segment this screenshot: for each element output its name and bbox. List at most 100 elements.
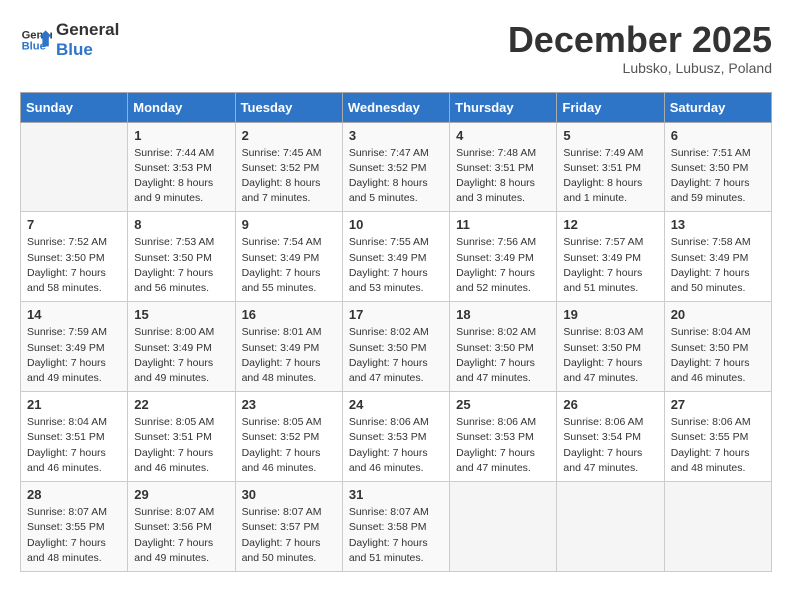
calendar-body: 1Sunrise: 7:44 AM Sunset: 3:53 PM Daylig…: [21, 122, 772, 571]
day-info: Sunrise: 8:06 AM Sunset: 3:53 PM Dayligh…: [349, 415, 443, 476]
page-header: General Blue General Blue December 2025 …: [20, 20, 772, 76]
calendar-week-row: 14 Sunrise: 7:59 AM Sunset: 3:49 PM Dayli…: [21, 302, 772, 392]
day-info: Sunrise: 7:49 AM Sunset: 3:51 PM Dayligh…: [563, 146, 657, 207]
day-info: Sunrise: 8:05 AM Sunset: 3:51 PM Dayligh…: [134, 415, 228, 476]
day-number: 16: [242, 307, 336, 322]
calendar-day-cell: 9 Sunrise: 7:54 AM Sunset: 3:49 PM Daylig…: [235, 212, 342, 302]
calendar-week-row: 1Sunrise: 7:44 AM Sunset: 3:53 PM Daylig…: [21, 122, 772, 212]
day-info: Sunrise: 7:57 AM Sunset: 3:49 PM Dayligh…: [563, 235, 657, 296]
month-title: December 2025: [508, 20, 772, 60]
calendar-week-row: 21 Sunrise: 8:04 AM Sunset: 3:51 PM Dayli…: [21, 392, 772, 482]
weekday-header-cell: Tuesday: [235, 92, 342, 122]
day-number: 18: [456, 307, 550, 322]
calendar-week-row: 7 Sunrise: 7:52 AM Sunset: 3:50 PM Daylig…: [21, 212, 772, 302]
svg-text:Blue: Blue: [22, 41, 46, 53]
day-number: 29: [134, 487, 228, 502]
day-number: 19: [563, 307, 657, 322]
day-number: 17: [349, 307, 443, 322]
calendar-day-cell: 2 Sunrise: 7:45 AM Sunset: 3:52 PM Daylig…: [235, 122, 342, 212]
day-info: Sunrise: 8:07 AM Sunset: 3:56 PM Dayligh…: [134, 505, 228, 566]
calendar-day-cell: 3Sunrise: 7:47 AM Sunset: 3:52 PM Daylig…: [342, 122, 449, 212]
day-number: 5: [563, 128, 657, 143]
logo-text-general: General: [56, 20, 119, 40]
day-number: 25: [456, 397, 550, 412]
calendar-table: SundayMondayTuesdayWednesdayThursdayFrid…: [20, 92, 772, 572]
weekday-header-cell: Thursday: [450, 92, 557, 122]
day-number: 4: [456, 128, 550, 143]
day-info: Sunrise: 8:07 AM Sunset: 3:55 PM Dayligh…: [27, 505, 121, 566]
day-info: Sunrise: 8:05 AM Sunset: 3:52 PM Dayligh…: [242, 415, 336, 476]
weekday-header-cell: Monday: [128, 92, 235, 122]
weekday-header-row: SundayMondayTuesdayWednesdayThursdayFrid…: [21, 92, 772, 122]
logo-text-blue: Blue: [56, 40, 119, 60]
calendar-day-cell: 26 Sunrise: 8:06 AM Sunset: 3:54 PM Dayli…: [557, 392, 664, 482]
day-info: Sunrise: 8:01 AM Sunset: 3:49 PM Dayligh…: [242, 325, 336, 386]
weekday-header-cell: Friday: [557, 92, 664, 122]
day-info: Sunrise: 8:00 AM Sunset: 3:49 PM Dayligh…: [134, 325, 228, 386]
day-number: 26: [563, 397, 657, 412]
day-info: Sunrise: 7:52 AM Sunset: 3:50 PM Dayligh…: [27, 235, 121, 296]
logo: General Blue General Blue: [20, 20, 119, 61]
day-number: 2: [242, 128, 336, 143]
day-info: Sunrise: 7:54 AM Sunset: 3:49 PM Dayligh…: [242, 235, 336, 296]
calendar-day-cell: [557, 482, 664, 572]
calendar-day-cell: 21 Sunrise: 8:04 AM Sunset: 3:51 PM Dayli…: [21, 392, 128, 482]
calendar-day-cell: 8Sunrise: 7:53 AM Sunset: 3:50 PM Daylig…: [128, 212, 235, 302]
day-info: Sunrise: 8:06 AM Sunset: 3:53 PM Dayligh…: [456, 415, 550, 476]
calendar-day-cell: 12Sunrise: 7:57 AM Sunset: 3:49 PM Dayli…: [557, 212, 664, 302]
calendar-day-cell: 15 Sunrise: 8:00 AM Sunset: 3:49 PM Dayli…: [128, 302, 235, 392]
day-number: 20: [671, 307, 765, 322]
calendar-day-cell: 13 Sunrise: 7:58 AM Sunset: 3:49 PM Dayli…: [664, 212, 771, 302]
calendar-day-cell: 5 Sunrise: 7:49 AM Sunset: 3:51 PM Daylig…: [557, 122, 664, 212]
day-number: 27: [671, 397, 765, 412]
day-number: 6: [671, 128, 765, 143]
day-info: Sunrise: 7:59 AM Sunset: 3:49 PM Dayligh…: [27, 325, 121, 386]
day-number: 15: [134, 307, 228, 322]
day-number: 23: [242, 397, 336, 412]
day-number: 21: [27, 397, 121, 412]
day-number: 31: [349, 487, 443, 502]
day-info: Sunrise: 8:02 AM Sunset: 3:50 PM Dayligh…: [349, 325, 443, 386]
day-info: Sunrise: 8:02 AM Sunset: 3:50 PM Dayligh…: [456, 325, 550, 386]
calendar-day-cell: 16 Sunrise: 8:01 AM Sunset: 3:49 PM Dayli…: [235, 302, 342, 392]
day-info: Sunrise: 7:47 AM Sunset: 3:52 PM Dayligh…: [349, 146, 443, 207]
day-info: Sunrise: 8:04 AM Sunset: 3:51 PM Dayligh…: [27, 415, 121, 476]
calendar-day-cell: 25 Sunrise: 8:06 AM Sunset: 3:53 PM Dayli…: [450, 392, 557, 482]
day-number: 14: [27, 307, 121, 322]
day-info: Sunrise: 7:51 AM Sunset: 3:50 PM Dayligh…: [671, 146, 765, 207]
calendar-day-cell: 28 Sunrise: 8:07 AM Sunset: 3:55 PM Dayli…: [21, 482, 128, 572]
day-number: 28: [27, 487, 121, 502]
day-number: 1: [134, 128, 228, 143]
day-info: Sunrise: 8:06 AM Sunset: 3:54 PM Dayligh…: [563, 415, 657, 476]
calendar-day-cell: 4Sunrise: 7:48 AM Sunset: 3:51 PM Daylig…: [450, 122, 557, 212]
calendar-day-cell: 1Sunrise: 7:44 AM Sunset: 3:53 PM Daylig…: [128, 122, 235, 212]
day-number: 30: [242, 487, 336, 502]
day-number: 9: [242, 217, 336, 232]
day-number: 11: [456, 217, 550, 232]
day-info: Sunrise: 8:07 AM Sunset: 3:58 PM Dayligh…: [349, 505, 443, 566]
day-info: Sunrise: 8:07 AM Sunset: 3:57 PM Dayligh…: [242, 505, 336, 566]
calendar-day-cell: 24 Sunrise: 8:06 AM Sunset: 3:53 PM Dayli…: [342, 392, 449, 482]
day-info: Sunrise: 7:53 AM Sunset: 3:50 PM Dayligh…: [134, 235, 228, 296]
calendar-day-cell: 29 Sunrise: 8:07 AM Sunset: 3:56 PM Dayli…: [128, 482, 235, 572]
calendar-day-cell: [21, 122, 128, 212]
day-info: Sunrise: 7:58 AM Sunset: 3:49 PM Dayligh…: [671, 235, 765, 296]
calendar-day-cell: 27 Sunrise: 8:06 AM Sunset: 3:55 PM Dayli…: [664, 392, 771, 482]
calendar-day-cell: 11Sunrise: 7:56 AM Sunset: 3:49 PM Dayli…: [450, 212, 557, 302]
title-block: December 2025 Lubsko, Lubusz, Poland: [508, 20, 772, 76]
calendar-day-cell: 30 Sunrise: 8:07 AM Sunset: 3:57 PM Dayli…: [235, 482, 342, 572]
calendar-week-row: 28 Sunrise: 8:07 AM Sunset: 3:55 PM Dayli…: [21, 482, 772, 572]
calendar-day-cell: [450, 482, 557, 572]
calendar-day-cell: 7 Sunrise: 7:52 AM Sunset: 3:50 PM Daylig…: [21, 212, 128, 302]
calendar-day-cell: 17 Sunrise: 8:02 AM Sunset: 3:50 PM Dayli…: [342, 302, 449, 392]
weekday-header-cell: Wednesday: [342, 92, 449, 122]
day-info: Sunrise: 7:45 AM Sunset: 3:52 PM Dayligh…: [242, 146, 336, 207]
day-number: 7: [27, 217, 121, 232]
weekday-header-cell: Sunday: [21, 92, 128, 122]
day-number: 22: [134, 397, 228, 412]
day-number: 13: [671, 217, 765, 232]
day-number: 24: [349, 397, 443, 412]
day-info: Sunrise: 8:06 AM Sunset: 3:55 PM Dayligh…: [671, 415, 765, 476]
calendar-day-cell: 20Sunrise: 8:04 AM Sunset: 3:50 PM Dayli…: [664, 302, 771, 392]
logo-icon: General Blue: [20, 24, 52, 56]
